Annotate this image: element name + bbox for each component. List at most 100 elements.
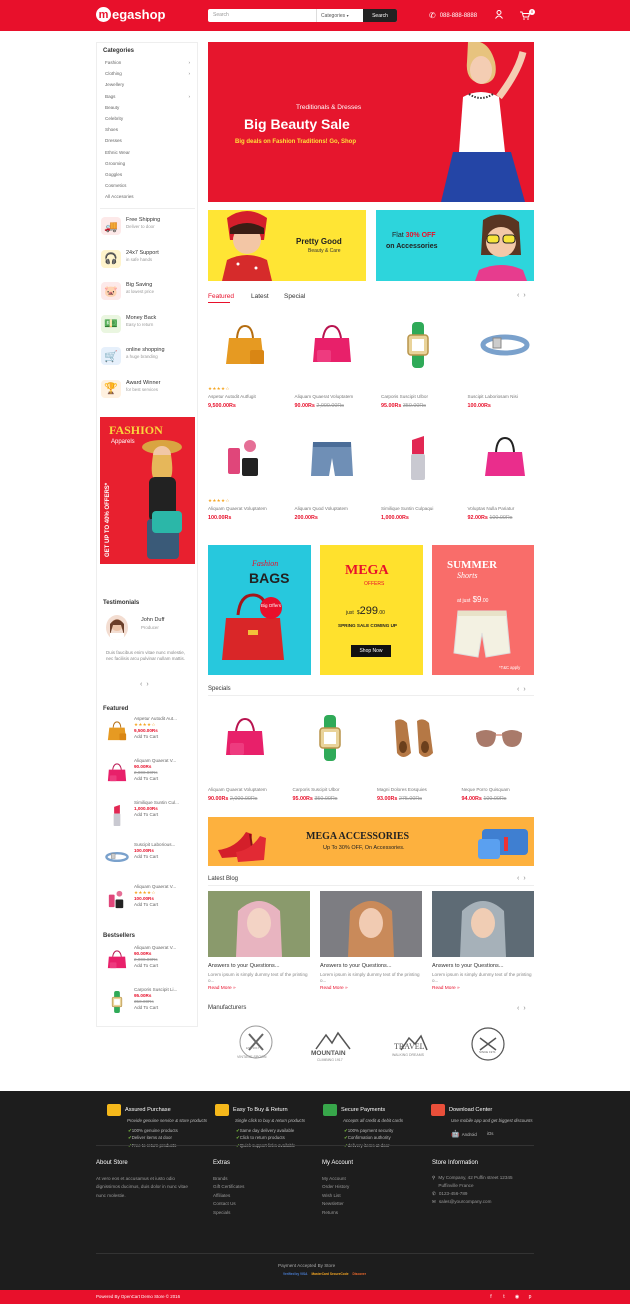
- chevron-right-icon[interactable]: ›: [146, 681, 148, 688]
- product-card[interactable]: Voluptas Nulla Pariatur 92.00Rs 100.00Rs: [468, 422, 542, 522]
- add-to-cart-link[interactable]: Add To Cart: [134, 1005, 177, 1011]
- product-name[interactable]: Aliquam Quaerat Voluptatem: [295, 394, 354, 399]
- footer-link[interactable]: Specials: [213, 1209, 244, 1217]
- footer-link[interactable]: Newsletter: [322, 1200, 349, 1208]
- footer-link[interactable]: My Account: [322, 1175, 349, 1183]
- chevron-right-icon[interactable]: ›: [523, 875, 525, 882]
- blog-card[interactable]: Answers to your Questions... Lorem ipsum …: [208, 891, 310, 1001]
- add-to-cart-link[interactable]: Add To Cart: [134, 963, 176, 969]
- blog-title[interactable]: Answers to your Questions...: [320, 963, 422, 969]
- category-item[interactable]: Clothing ›: [105, 71, 190, 82]
- product-name[interactable]: Aliquam Quaerat Voluptatem: [208, 787, 267, 792]
- category-item[interactable]: Beauty: [105, 105, 190, 116]
- tab-featured[interactable]: Featured: [208, 293, 234, 300]
- beauty-banner[interactable]: Pretty Good Beauty & Care: [208, 210, 366, 281]
- chevron-left-icon[interactable]: ‹: [517, 292, 519, 299]
- chevron-right-icon[interactable]: ›: [523, 1005, 525, 1012]
- hero-banner[interactable]: Treditionals & Dresses Big Beauty Sale B…: [208, 42, 534, 202]
- special-product-card[interactable]: Neque Porro Quisquam 94.00Rs 100.00Rs: [462, 703, 536, 803]
- mega-accessories-banner[interactable]: MEGA ACCESSORIES Up To 30% OFF, On Acces…: [208, 817, 534, 866]
- add-to-cart-link[interactable]: Add To Cart: [134, 812, 179, 818]
- product-card[interactable]: ★★★★☆ Aspetur Autodit Autfugit 9,500.00Rs: [208, 310, 282, 410]
- tab-latest[interactable]: Latest: [251, 293, 269, 300]
- product-name[interactable]: Aliquam Quaerat Voluptatem: [208, 506, 267, 511]
- footer-link[interactable]: Affiliates: [213, 1192, 244, 1200]
- pinterest-icon[interactable]: p: [526, 1293, 534, 1301]
- product-name[interactable]: Similique Suntin Culpaqui: [381, 506, 433, 511]
- category-item[interactable]: Celebrity: [105, 116, 190, 127]
- android-store-link[interactable]: 🤖 Android: [451, 1130, 477, 1138]
- read-more-link[interactable]: Read More »: [432, 986, 534, 991]
- category-item[interactable]: Fashion ›: [105, 60, 190, 71]
- shop-now-button[interactable]: Shop Now: [351, 645, 391, 657]
- product-name[interactable]: Aliquam Quod Voluptatem: [295, 506, 348, 511]
- add-to-cart-link[interactable]: Add To Cart: [134, 902, 176, 908]
- rss-icon[interactable]: ◉: [513, 1293, 521, 1301]
- chevron-left-icon[interactable]: ‹: [517, 686, 519, 693]
- sidebar-product[interactable]: Aliquam Quaerat V... 90.00Rs 2,000.00Rs Add…: [105, 945, 195, 988]
- blog-card[interactable]: Answers to your Questions... Lorem ipsum …: [432, 891, 534, 1001]
- chevron-left-icon[interactable]: ‹: [517, 1005, 519, 1012]
- product-name[interactable]: Neque Porro Quisquam: [462, 787, 510, 792]
- product-card[interactable]: Aliquam Quaerat Voluptatem 90.00Rs 2,000.…: [295, 310, 369, 410]
- product-card[interactable]: Suscipit Laboriosam Nisi 100.00Rs: [468, 310, 542, 410]
- product-name[interactable]: Magni Dolores Eosquies: [377, 787, 427, 792]
- category-item[interactable]: Cosmetics: [105, 183, 190, 194]
- bags-promo-banner[interactable]: Fashion BAGS Big Offers: [208, 545, 311, 675]
- sidebar-product[interactable]: Suscipit Laborious... 100.00Rs Add To Cart: [105, 842, 195, 885]
- product-name[interactable]: Voluptas Nulla Pariatur: [468, 506, 515, 511]
- product-name[interactable]: Carporis Suscipit Ulbor: [381, 394, 428, 399]
- product-name[interactable]: Carporis Suscipit Ulbor: [293, 787, 340, 792]
- product-name[interactable]: Suscipit Laboriosam Nisi: [468, 394, 518, 399]
- category-item[interactable]: Goggles: [105, 172, 190, 183]
- manufacturer-logo-mountain[interactable]: MOUNTAIN CLIMBING 1917: [305, 1020, 361, 1068]
- footer-link[interactable]: Contact Us: [213, 1200, 244, 1208]
- special-product-card[interactable]: Aliquam Quaerat Voluptatem 90.00Rs 2,000.…: [208, 703, 282, 803]
- blog-title[interactable]: Answers to your Questions...: [432, 963, 534, 969]
- accessories-small-banner[interactable]: Flat 30% OFF on Accessories: [376, 210, 534, 281]
- mega-offers-banner[interactable]: MEGA OFFERS just $299.00 SPRING SALE COM…: [320, 545, 423, 675]
- user-icon[interactable]: [495, 10, 503, 21]
- chevron-left-icon[interactable]: ‹: [140, 681, 142, 688]
- blog-title[interactable]: Answers to your Questions...: [208, 963, 310, 969]
- product-card[interactable]: Carporis Suscipit Ulbor 95.00Rs 350.00Rs: [381, 310, 455, 410]
- blog-card[interactable]: Answers to your Questions... Lorem ipsum …: [320, 891, 422, 1001]
- footer-link[interactable]: Brands: [213, 1175, 244, 1183]
- search-input[interactable]: Search: [213, 12, 229, 18]
- chevron-right-icon[interactable]: ›: [523, 686, 525, 693]
- sidebar-product[interactable]: Similique Suntin Cul... 1,000.00Rs Add To …: [105, 800, 195, 843]
- ios-store-link[interactable]: iOs: [485, 1130, 494, 1137]
- manufacturer-logo-1971[interactable]: SINCE 1971: [460, 1020, 516, 1068]
- store-logo[interactable]: m egashop: [96, 7, 165, 22]
- product-card[interactable]: Similique Suntin Culpaqui 1,000.00Rs: [381, 422, 455, 522]
- sidebar-product[interactable]: Carporis Suscipit Li... 95.00Rs 350.00Rs Ad…: [105, 987, 195, 1030]
- special-product-card[interactable]: Carporis Suscipit Ulbor 95.00Rs 350.00Rs: [293, 703, 367, 803]
- add-to-cart-link[interactable]: Add To Cart: [134, 854, 175, 860]
- sidebar-product[interactable]: Aliquam Quaerat V... 90.00Rs 2,000.00Rs Add…: [105, 758, 195, 801]
- product-card[interactable]: Aliquam Quod Voluptatem 200.00Rs: [295, 422, 369, 522]
- sidebar-product[interactable]: Aliquam Quaerat V... ★★★★☆ 100.00Rs Add To …: [105, 884, 195, 927]
- manufacturer-logo-travel[interactable]: TRAVEL WALKING DREAMS: [384, 1020, 440, 1068]
- chevron-right-icon[interactable]: ›: [523, 292, 525, 299]
- footer-email[interactable]: sales@yourcompany.com: [439, 1198, 492, 1206]
- product-name[interactable]: Aspetur Autodit Autfugit: [208, 394, 256, 399]
- read-more-link[interactable]: Read More »: [208, 986, 310, 991]
- category-item[interactable]: All Accesories: [105, 194, 190, 205]
- sidebar-product[interactable]: Aspetur Autodit Aut... ★★★★☆ 9,500.00Rs Add…: [105, 716, 195, 759]
- side-fashion-banner[interactable]: FASHION Apparels GET UP TO 40% OFFERS*: [100, 417, 195, 564]
- special-product-card[interactable]: Magni Dolores Eosquies 93.00Rs 275.00Rs: [377, 703, 451, 803]
- footer-link[interactable]: Gift Certificates: [213, 1183, 244, 1191]
- category-item[interactable]: Bags ›: [105, 94, 190, 105]
- add-to-cart-link[interactable]: Add To Cart: [134, 776, 176, 782]
- search-button[interactable]: Search: [363, 9, 397, 22]
- footer-link[interactable]: Returns: [322, 1209, 349, 1217]
- category-item[interactable]: Grooming: [105, 161, 190, 172]
- chevron-left-icon[interactable]: ‹: [517, 875, 519, 882]
- tab-special[interactable]: Special: [284, 293, 305, 300]
- footer-link[interactable]: Order History: [322, 1183, 349, 1191]
- summer-shorts-banner[interactable]: SUMMER Shorts at just $9.00 *T&C apply: [432, 545, 534, 675]
- read-more-link[interactable]: Read More »: [320, 986, 422, 991]
- manufacturer-logo-vintage[interactable]: VINTAGE SPOON EST 2017: [228, 1020, 284, 1068]
- category-item[interactable]: Jewellery: [105, 82, 190, 93]
- category-item[interactable]: Dresses: [105, 138, 190, 149]
